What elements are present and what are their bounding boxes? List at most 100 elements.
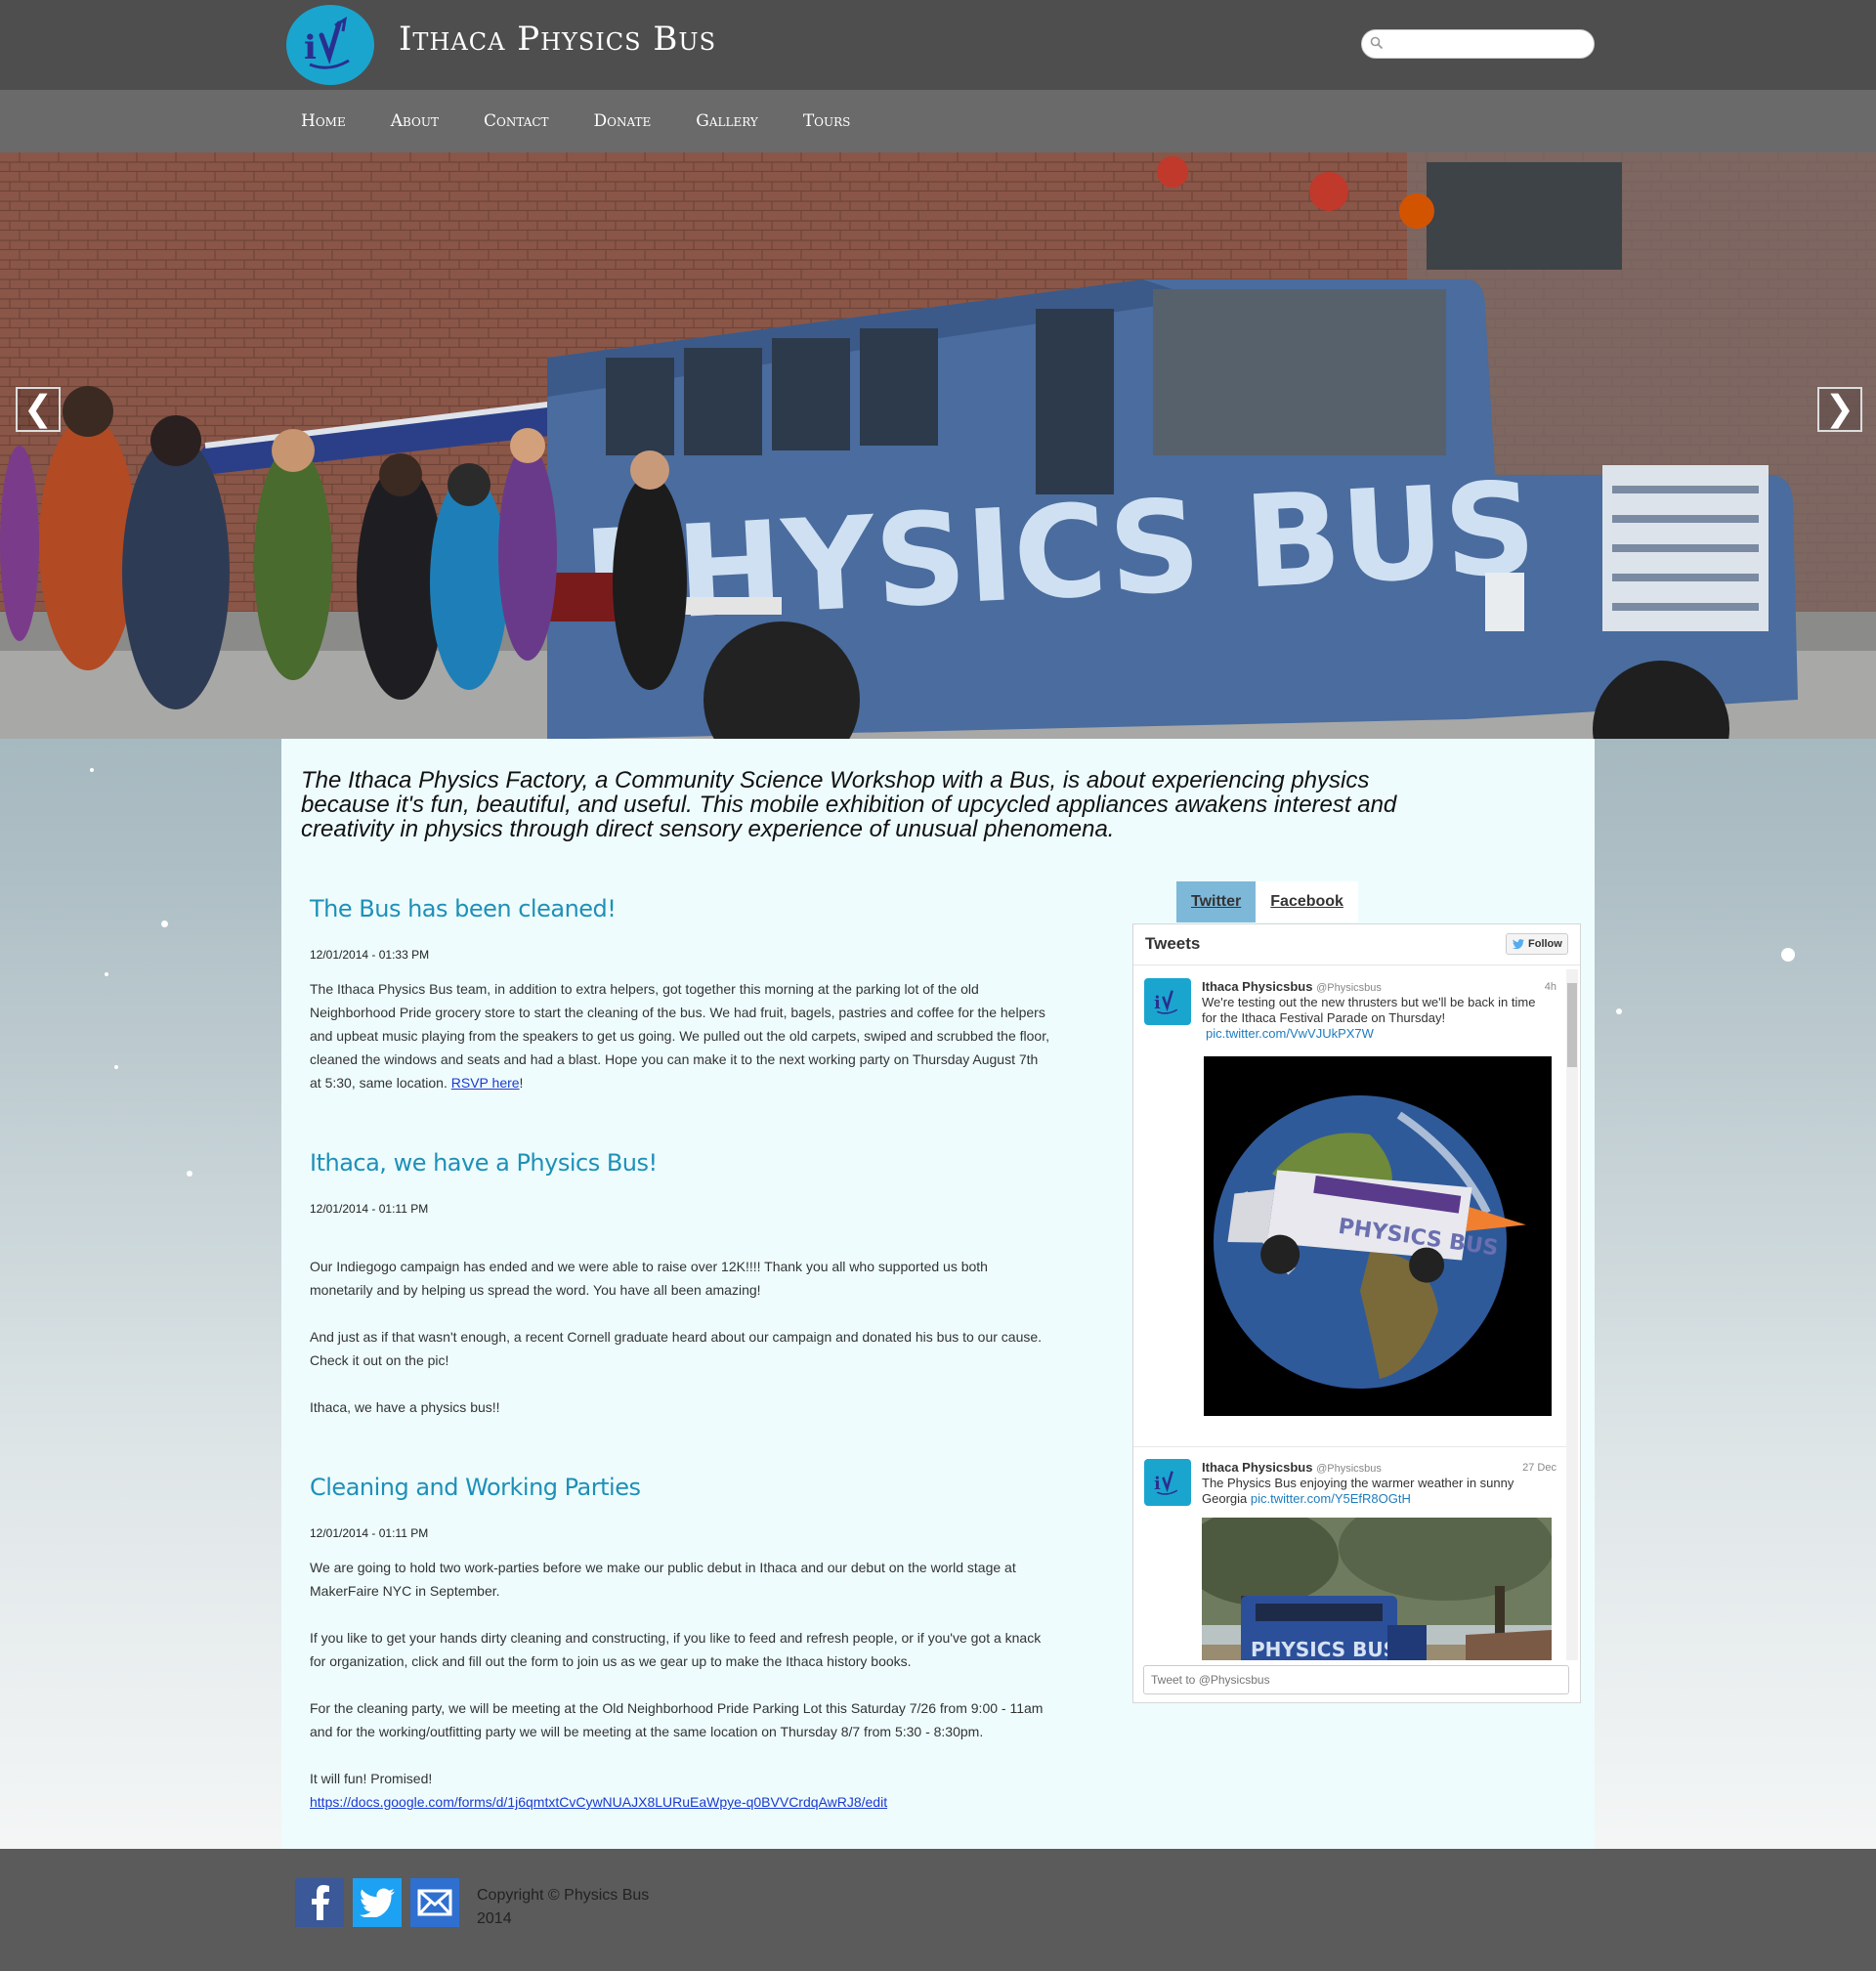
tweet-handle[interactable]: @Physicsbus — [1316, 1463, 1382, 1475]
tweet-author-name[interactable]: Ithaca Physicsbus — [1202, 979, 1312, 994]
post-text: The Ithaca Physics Bus team, in addition… — [310, 981, 1049, 1091]
post-body: Our Indiegogo campaign has ended and we … — [310, 1255, 1052, 1419]
logo-icon: i — [304, 17, 350, 69]
facebook-link[interactable] — [295, 1878, 344, 1927]
main-nav: Home About Contact Donate Gallery Tours — [283, 90, 877, 152]
site-logo[interactable]: i — [286, 5, 374, 85]
snow-dot — [90, 768, 94, 772]
twitter-icon — [360, 1888, 395, 1917]
post-paragraph: It will fun! Promised! — [310, 1771, 433, 1786]
post-body: We are going to hold two work-parties be… — [310, 1556, 1052, 1814]
logo-icon: i — [1154, 990, 1178, 1014]
site-header: i Ithaca Physics Bus — [0, 0, 1876, 90]
snow-dot — [161, 921, 168, 927]
nav-tours[interactable]: Tours — [786, 90, 869, 152]
post-paragraph: Our Indiegogo campaign has ended and we … — [310, 1259, 988, 1298]
tweet-image[interactable]: PHYSICS BUS — [1202, 1518, 1552, 1660]
tweet[interactable]: i Ithaca Physicsbus @Physicsbus 4h We're… — [1133, 966, 1566, 1447]
tweet-author[interactable]: Ithaca Physicsbus @Physicsbus — [1202, 1460, 1382, 1475]
hero-image: PHYSICS BUS — [0, 152, 1876, 739]
post-paragraph: Ithaca, we have a physics bus!! — [310, 1399, 500, 1415]
site-title[interactable]: Ithaca Physics Bus — [399, 20, 716, 59]
blog-post: Ithaca, we have a Physics Bus! 12/01/201… — [310, 1149, 1052, 1474]
tweet-list-scrollbar[interactable] — [1566, 969, 1578, 1660]
tweet-image-lettering: PHYSICS BUS — [1251, 1638, 1397, 1660]
blog-post: Cleaning and Working Parties 12/01/2014 … — [310, 1474, 1052, 1814]
facebook-icon — [312, 1885, 329, 1920]
tweet-compose-input[interactable] — [1143, 1665, 1569, 1694]
snow-dot — [1781, 948, 1795, 962]
post-body: The Ithaca Physics Bus team, in addition… — [310, 977, 1052, 1094]
svg-text:i: i — [1154, 994, 1161, 1013]
tweet-author-name[interactable]: Ithaca Physicsbus — [1202, 1460, 1312, 1475]
slide-prev-button[interactable]: ❮ — [16, 387, 61, 432]
follow-label: Follow — [1528, 938, 1562, 950]
scrollbar-thumb[interactable] — [1567, 983, 1577, 1067]
tweet-image[interactable]: PHYSICS BUS — [1204, 1056, 1552, 1416]
copyright-year: 2014 — [477, 1910, 512, 1927]
tweet-text: We're testing out the new thrusters but … — [1202, 995, 1549, 1042]
nav-donate[interactable]: Donate — [576, 90, 669, 152]
nav-about[interactable]: About — [373, 90, 456, 152]
tweet-author[interactable]: Ithaca Physicsbus @Physicsbus — [1202, 979, 1382, 994]
search-icon — [1370, 36, 1384, 50]
snow-dot — [187, 1171, 192, 1177]
widget-header: Tweets Follow — [1133, 924, 1580, 965]
snow-dot — [105, 972, 108, 976]
social-tabs: Twitter Facebook — [1176, 881, 1358, 922]
slide-next-button[interactable]: ❯ — [1817, 387, 1862, 432]
post-date: 12/01/2014 - 01:11 PM — [310, 1526, 429, 1540]
post-paragraph: If you like to get your hands dirty clea… — [310, 1630, 1042, 1669]
post-date: 12/01/2014 - 01:33 PM — [310, 948, 430, 962]
nav-home[interactable]: Home — [283, 90, 363, 152]
snow-dot — [1616, 1008, 1622, 1014]
post-title[interactable]: Cleaning and Working Parties — [310, 1474, 1052, 1501]
copyright: Copyright © Physics Bus 2014 — [477, 1884, 672, 1931]
twitter-bird-icon — [1513, 939, 1524, 949]
avatar[interactable]: i — [1144, 978, 1191, 1025]
post-title[interactable]: The Bus has been cleaned! — [310, 895, 1052, 922]
copyright-line: Copyright © Physics Bus — [477, 1887, 650, 1904]
main-nav-bar: Home About Contact Donate Gallery Tours — [0, 90, 1876, 152]
site-footer: Copyright © Physics Bus 2014 — [0, 1849, 1876, 1971]
blog-post: The Bus has been cleaned! 12/01/2014 - 0… — [310, 895, 1052, 1149]
intro-text: The Ithaca Physics Factory, a Community … — [301, 767, 1397, 842]
tweet-time[interactable]: 4h — [1545, 981, 1556, 993]
main-content: The Ithaca Physics Factory, a Community … — [281, 739, 1595, 1849]
nav-contact[interactable]: Contact — [466, 90, 567, 152]
tab-twitter[interactable]: Twitter — [1176, 881, 1257, 922]
envelope-icon — [417, 1889, 452, 1916]
tab-facebook[interactable]: Facebook — [1256, 881, 1358, 922]
hero-slideshow: PHYSICS BUS ❮ ❯ — [0, 152, 1876, 739]
tweet-body: We're testing out the new thrusters but … — [1202, 995, 1536, 1025]
post-paragraph: For the cleaning party, we will be meeti… — [310, 1700, 1044, 1739]
tweet[interactable]: i Ithaca Physicsbus @Physicsbus 27 Dec T… — [1133, 1447, 1566, 1660]
tweet-handle[interactable]: @Physicsbus — [1316, 982, 1382, 994]
post-title[interactable]: Ithaca, we have a Physics Bus! — [310, 1149, 1052, 1177]
post-paragraph: We are going to hold two work-parties be… — [310, 1560, 1016, 1599]
snow-dot — [114, 1065, 118, 1069]
avatar[interactable]: i — [1144, 1459, 1191, 1506]
follow-button[interactable]: Follow — [1506, 933, 1568, 955]
post-paragraph: And just as if that wasn't enough, a rec… — [310, 1329, 1043, 1368]
twitter-link[interactable] — [353, 1878, 402, 1927]
tweet-list: i Ithaca Physicsbus @Physicsbus 4h We're… — [1133, 966, 1566, 1660]
email-link[interactable] — [410, 1878, 459, 1927]
tweet-link[interactable]: pic.twitter.com/Y5EfR8OGtH — [1251, 1491, 1411, 1506]
tweet-link[interactable]: pic.twitter.com/VwVJUkPX7W — [1206, 1026, 1374, 1041]
search-box[interactable] — [1361, 29, 1595, 59]
svg-text:i: i — [1154, 1475, 1161, 1494]
search-input[interactable] — [1389, 34, 1585, 54]
post-text-tail: ! — [519, 1075, 524, 1091]
blog-posts: The Bus has been cleaned! 12/01/2014 - 0… — [310, 895, 1052, 1814]
nav-gallery[interactable]: Gallery — [678, 90, 776, 152]
tweet-time[interactable]: 27 Dec — [1522, 1462, 1556, 1474]
signup-form-link[interactable]: https://docs.google.com/forms/d/1j6qmtxt… — [310, 1794, 887, 1810]
svg-text:i: i — [304, 28, 317, 67]
rsvp-link[interactable]: RSVP here — [451, 1075, 520, 1091]
twitter-widget: Tweets Follow i Ithaca Physicsbus @Physi… — [1132, 923, 1581, 1703]
widget-title: Tweets — [1145, 934, 1201, 953]
logo-icon: i — [1154, 1471, 1178, 1495]
post-date: 12/01/2014 - 01:11 PM — [310, 1202, 429, 1216]
tweet-text: The Physics Bus enjoying the warmer weat… — [1202, 1476, 1549, 1507]
